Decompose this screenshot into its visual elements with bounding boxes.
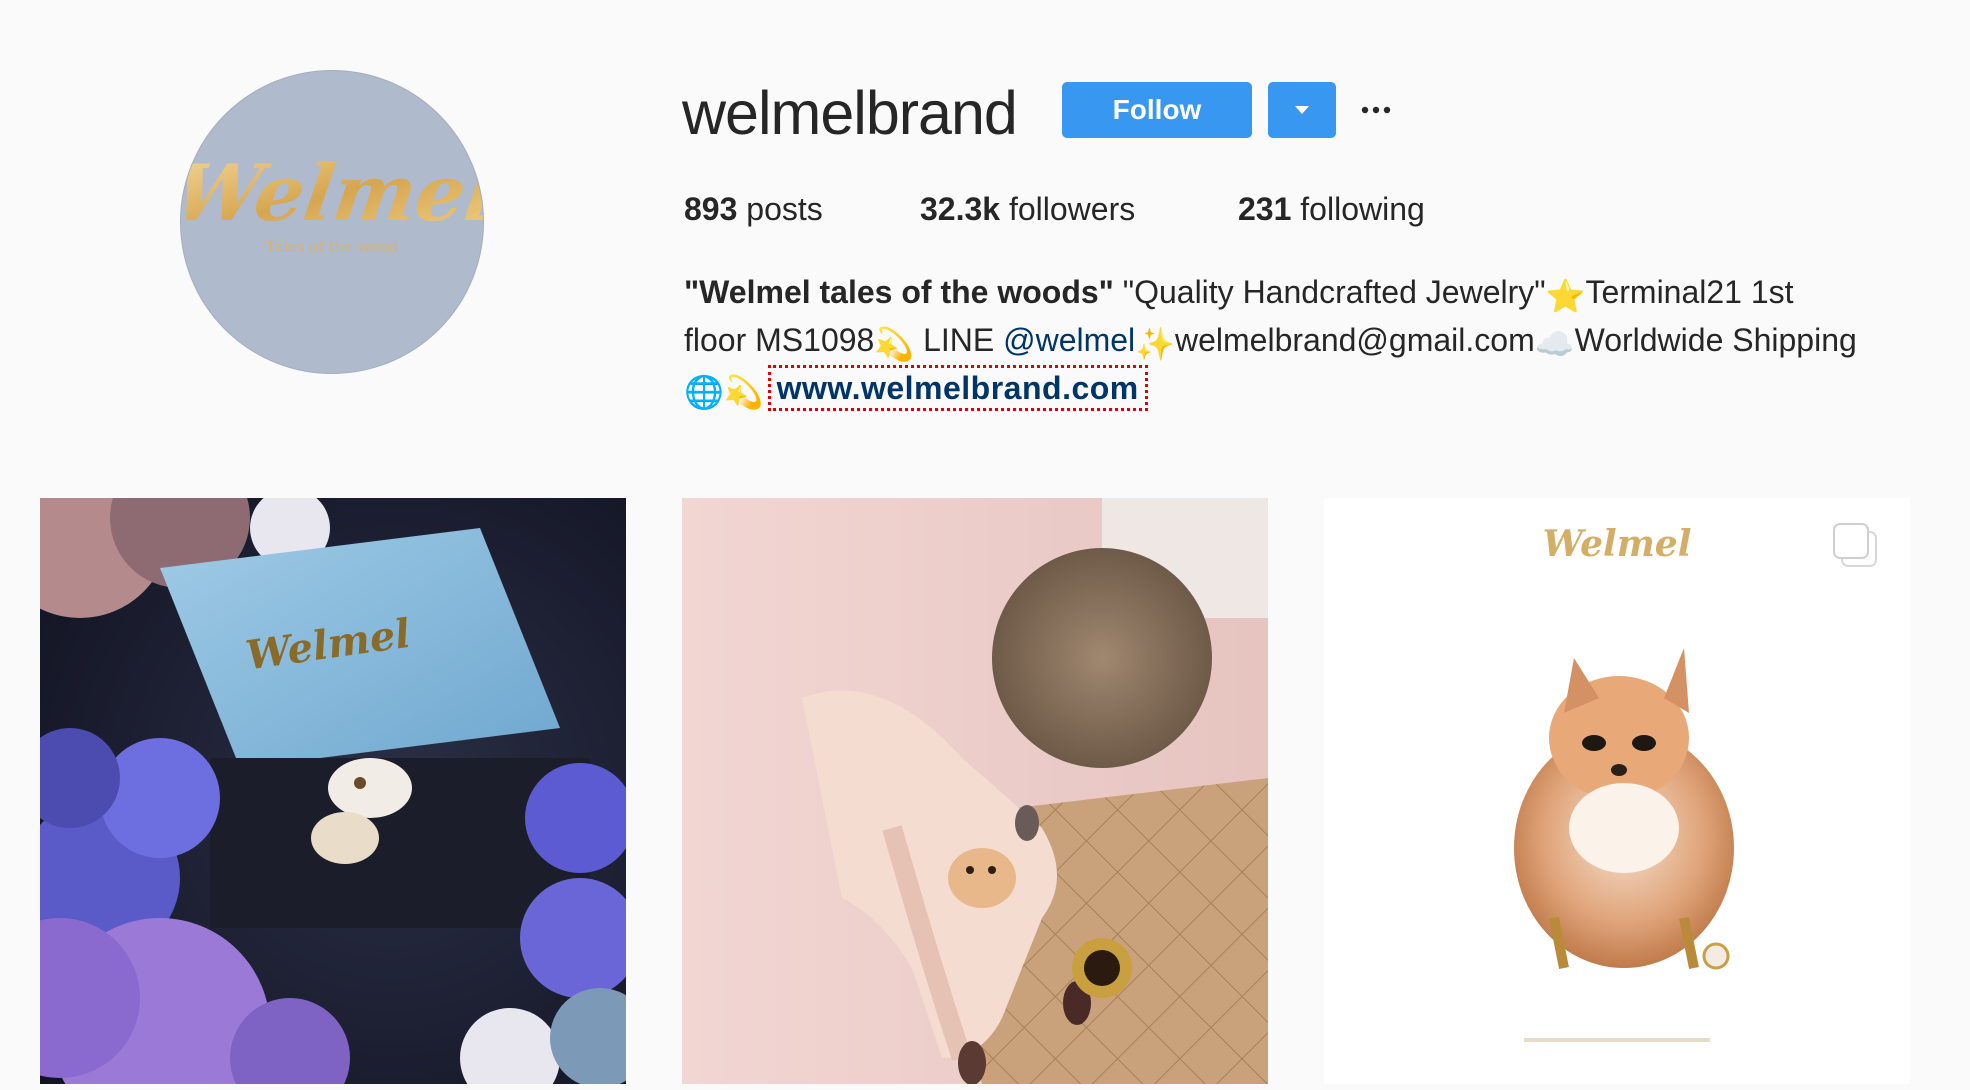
caret-down-icon — [1295, 106, 1309, 114]
post-image — [682, 498, 1268, 1084]
more-options-button[interactable] — [1358, 92, 1394, 128]
avatar-logo-text: Welmel — [181, 148, 483, 239]
follow-dropdown-button[interactable] — [1268, 82, 1336, 138]
website-link[interactable]: www.welmelbrand.com — [767, 365, 1148, 411]
post-thumbnail[interactable]: Welmel — [40, 498, 626, 1084]
bio-line-1: "Welmel tales of the woods" "Quality Han… — [684, 268, 1934, 316]
profile-username: welmelbrand — [682, 79, 1018, 147]
bio-text-2: Terminal21 1st — [1585, 274, 1794, 310]
comet-emoji-icon: 💫 — [874, 326, 915, 362]
post-thumbnail[interactable] — [682, 498, 1268, 1084]
followers-stat[interactable]: 32.3k followers — [920, 188, 1238, 230]
posts-label: posts — [746, 191, 823, 227]
posts-count: 893 — [684, 191, 738, 227]
follow-button[interactable]: Follow — [1062, 82, 1252, 138]
bio-text-1: "Quality Handcrafted Jewelry" — [1113, 274, 1546, 310]
following-count: 231 — [1238, 191, 1292, 227]
bio-line-2: floor MS1098💫 LINE @welmel ✨ welmelbrand… — [684, 316, 1934, 364]
posts-stat: 893 posts — [684, 188, 920, 230]
profile-page: Welmel Tales of the wood welmelbrand Fol… — [0, 0, 1970, 1090]
following-label: following — [1300, 191, 1425, 227]
more-icon — [1361, 106, 1391, 114]
cloud-emoji-icon: ☁️ — [1534, 326, 1575, 362]
avatar-tagline: Tales of the wood — [266, 238, 399, 256]
profile-avatar[interactable]: Welmel Tales of the wood — [180, 70, 484, 374]
followers-count: 32.3k — [920, 191, 1001, 227]
post-thumbnail[interactable]: Welmel — [1324, 498, 1910, 1084]
followers-label: followers — [1008, 191, 1136, 227]
globe-emoji-icon: 🌐 — [684, 374, 724, 410]
multiple-images-icon — [1828, 518, 1882, 572]
bio-text-6: Worldwide Shipping — [1574, 322, 1857, 358]
bio-email: welmelbrand@gmail.com — [1175, 322, 1535, 358]
post-image: Welmel — [1324, 498, 1910, 1084]
profile-bio: "Welmel tales of the woods" "Quality Han… — [684, 268, 1934, 412]
bio-full-name: "Welmel tales of the woods" — [684, 274, 1114, 310]
bio-text-3: floor MS1098 — [684, 322, 875, 358]
profile-stats: 893 posts 32.3k followers 231 following — [684, 188, 1425, 230]
bio-text-4: LINE — [914, 322, 1004, 358]
bio-mention-link[interactable]: @welmel — [1003, 322, 1135, 358]
bio-line-3: 🌐💫 www.welmelbrand.com — [684, 364, 1934, 412]
welmel-logo: Welmel Tales of the wood — [181, 148, 483, 256]
star-emoji-icon: ⭐ — [1545, 278, 1586, 314]
following-stat[interactable]: 231 following — [1238, 188, 1425, 230]
comet-emoji-icon: 💫 — [723, 374, 764, 410]
post-image: Welmel — [40, 498, 626, 1084]
post-3-logo-text: Welmel — [1543, 523, 1692, 565]
sparkles-emoji-icon: ✨ — [1135, 326, 1175, 362]
